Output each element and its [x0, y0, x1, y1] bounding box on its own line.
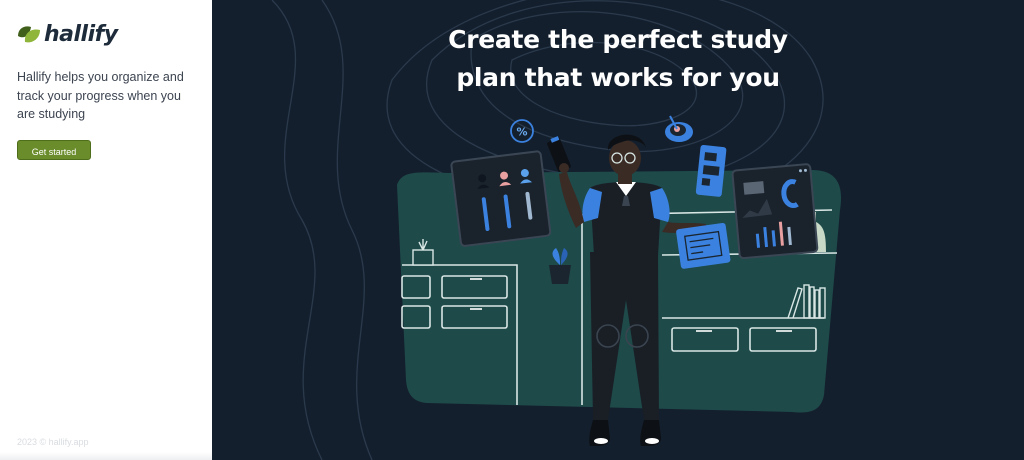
hero-section: % Create the perfect study plan that wor…: [212, 0, 1024, 460]
hero-title-line-1: Create the perfect study: [448, 25, 788, 54]
percent-badge-icon: %: [510, 119, 534, 143]
brand-name: hallify: [44, 22, 118, 47]
hero-title: Create the perfect study plan that works…: [212, 21, 1024, 97]
dashboard-card-left: [450, 150, 552, 247]
svg-text:%: %: [516, 126, 527, 139]
clipboard-card: [676, 222, 731, 269]
brand-logo[interactable]: hallify: [16, 22, 118, 47]
hero-title-line-2: plan that works for you: [456, 63, 780, 92]
dashboard-card-right: [731, 163, 819, 260]
footer-copyright: 2023 © hallify.app: [17, 437, 89, 447]
tagline: Hallify helps you organize and track you…: [17, 70, 184, 121]
get-started-button[interactable]: Get started: [17, 140, 91, 160]
sidebar: hallify Hallify helps you organize and t…: [0, 0, 212, 460]
mobile-card: [695, 144, 727, 197]
footer-divider: [0, 452, 212, 460]
leaf-logo-icon: [18, 25, 40, 42]
